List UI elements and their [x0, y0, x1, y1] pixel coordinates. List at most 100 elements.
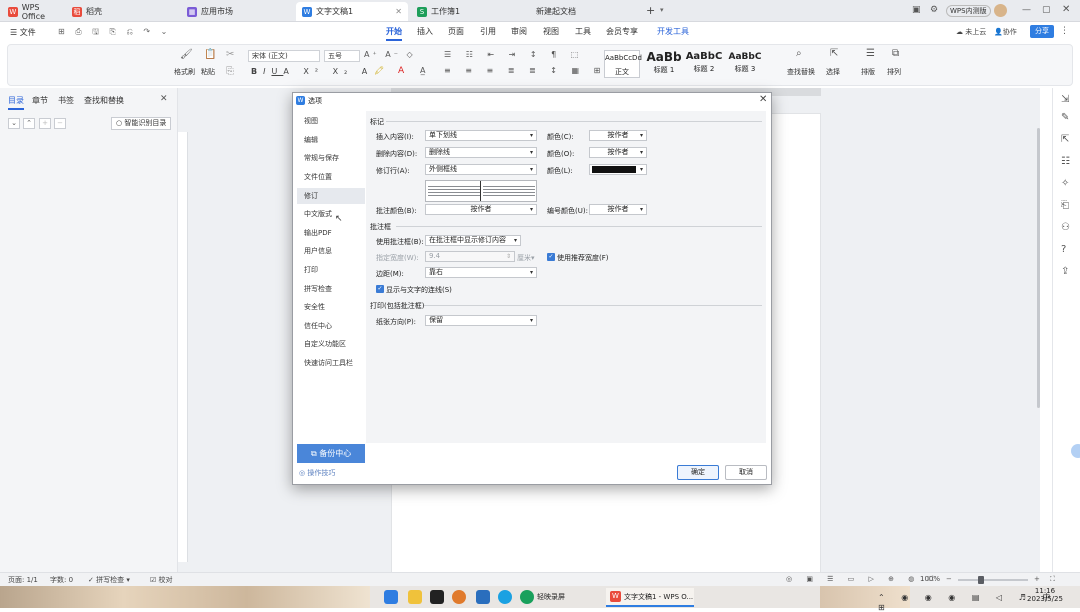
- select-cursor-icon[interactable]: ⇱: [830, 48, 838, 59]
- sidebar-item-file-locations[interactable]: 文件位置: [297, 169, 365, 185]
- more-icon[interactable]: ⋮: [1060, 26, 1069, 36]
- format-painter-label[interactable]: 格式刷: [174, 67, 195, 77]
- show-lines-label[interactable]: 显示与文字的连线(S): [386, 285, 452, 295]
- width-input[interactable]: 9.4 ⇕: [425, 251, 515, 262]
- app-m-icon[interactable]: [476, 590, 490, 604]
- margin-select[interactable]: 靠右 ▾: [425, 267, 537, 278]
- tab-workbook-1[interactable]: S 工作簿1: [411, 2, 523, 21]
- quick-access-icons[interactable]: ⊞ ⎙ 🖫 ⎘ ⎌ ↷ ⌄: [58, 26, 171, 40]
- app-x-icon[interactable]: [430, 590, 444, 604]
- sidebar-item-spell-check[interactable]: 拼写检查: [297, 281, 365, 297]
- dialog-title-bar[interactable]: W 选项 ✕: [293, 93, 771, 109]
- minimize-icon[interactable]: —: [1022, 5, 1031, 15]
- style-normal[interactable]: AaBbCcDd 正文: [604, 50, 642, 78]
- clock[interactable]: 11:16 2023/5/25: [1026, 587, 1064, 603]
- find-replace-label[interactable]: 查找替换: [787, 67, 815, 77]
- collapse-icon[interactable]: ⌃: [23, 118, 35, 129]
- cut-icon[interactable]: ✂: [226, 49, 234, 60]
- tab-app-market[interactable]: ▦ 应用市场: [181, 2, 293, 21]
- zoom-in-icon[interactable]: +: [1034, 575, 1040, 583]
- width-unit-select[interactable]: 厘米▾: [517, 253, 535, 263]
- vertical-ruler[interactable]: [178, 132, 188, 562]
- close-dialog-icon[interactable]: ✕: [759, 94, 767, 105]
- tab-home[interactable]: 开始: [386, 26, 402, 41]
- font-grow-shrink-icons[interactable]: A⁺ A⁻ ◇: [364, 50, 416, 59]
- char-border-icon[interactable]: A̲: [420, 66, 425, 75]
- zoom-level[interactable]: 100%: [920, 575, 940, 583]
- align-icons[interactable]: ≡ ≡ ≡ ≣ ≣ ↕ ▦ ⊞: [444, 66, 606, 75]
- magic-icon[interactable]: ✧: [1061, 178, 1069, 189]
- share-out-icon[interactable]: ⇪: [1061, 266, 1069, 277]
- delete-color-select[interactable]: 按作者 ▾: [589, 147, 647, 158]
- font-style-icons[interactable]: BIUA X² X₂ A: [251, 67, 373, 76]
- insert-style-select[interactable]: 单下划线 ▾: [425, 130, 537, 141]
- new-tab-button[interactable]: +: [646, 4, 655, 17]
- arrange-icon[interactable]: ⧉: [892, 48, 899, 59]
- delete-style-select[interactable]: 删除线 ▾: [425, 147, 537, 158]
- tips-link[interactable]: ◎ 操作技巧: [299, 468, 335, 478]
- sidebar-item-view[interactable]: 视图: [297, 113, 365, 129]
- file-explorer-icon[interactable]: [408, 590, 422, 604]
- nav-tab-chapters[interactable]: 章节: [32, 95, 48, 106]
- sidebar-item-revisions[interactable]: 修订: [297, 188, 365, 204]
- sidebar-item-chinese-layout[interactable]: 中文版式: [297, 206, 365, 222]
- nav-tab-find-replace[interactable]: 查找和替换: [84, 95, 124, 106]
- tab-tools[interactable]: 工具: [575, 26, 591, 37]
- tab-reference[interactable]: 引用: [480, 26, 496, 37]
- zoom-slider-thumb[interactable]: [978, 576, 984, 584]
- share-button[interactable]: 分享: [1030, 25, 1054, 38]
- backup-center-button[interactable]: ⧉ 备份中心: [297, 444, 365, 463]
- zoom-slider[interactable]: [958, 576, 1028, 584]
- close-window-icon[interactable]: ✕: [1062, 4, 1070, 15]
- revision-line-color-select[interactable]: ▾: [589, 164, 647, 175]
- collapse-strip-icon[interactable]: ⇲: [1061, 94, 1069, 105]
- show-lines-checkbox[interactable]: ✓: [376, 285, 384, 293]
- sidebar-item-customize-ribbon[interactable]: 自定义功能区: [297, 336, 365, 352]
- font-name-select[interactable]: 宋体 (正文): [248, 50, 320, 62]
- cancel-button[interactable]: 取消: [725, 465, 767, 480]
- sidebar-item-trust-center[interactable]: 信任中心: [297, 318, 365, 334]
- help-icon[interactable]: ?: [1061, 244, 1066, 255]
- use-balloons-select[interactable]: 在批注框中显示修订内容 ▾: [425, 235, 521, 246]
- paper-orientation-select[interactable]: 保留 ▾: [425, 315, 537, 326]
- sync-icon[interactable]: ⚇: [1061, 222, 1070, 233]
- settings-sliders-icon[interactable]: ☷: [1061, 156, 1070, 167]
- highlight-icon[interactable]: 🖍: [374, 66, 384, 75]
- close-tab-icon[interactable]: ✕: [395, 7, 402, 16]
- nav-tab-toc[interactable]: 目录: [8, 95, 24, 110]
- sidebar-item-security[interactable]: 安全性: [297, 299, 365, 315]
- smart-toc-button[interactable]: ○ 智能识别目录: [111, 117, 172, 130]
- style-heading-2[interactable]: AaBbC 标题 2: [684, 50, 724, 78]
- file-menu[interactable]: ☰ 文件: [10, 27, 36, 38]
- tab-developer[interactable]: 开发工具: [657, 26, 689, 37]
- nav-tab-bookmarks[interactable]: 书签: [58, 95, 74, 106]
- skin-icon[interactable]: ⚙: [930, 5, 938, 15]
- recommend-width-checkbox[interactable]: ✓: [547, 253, 555, 261]
- tab-page[interactable]: 页面: [448, 26, 464, 37]
- page-count[interactable]: 页面: 1/1: [8, 575, 38, 585]
- tab-member[interactable]: 会员专享: [606, 26, 638, 37]
- tab-insert[interactable]: 插入: [417, 26, 433, 37]
- spell-check-status[interactable]: ✓ 拼写检查 ▾: [88, 575, 130, 585]
- tab-new-doc[interactable]: 新建起文档: [526, 2, 638, 21]
- sidebar-item-quick-access[interactable]: 快速访问工具栏: [297, 355, 365, 371]
- typeset-label[interactable]: 排版: [861, 67, 875, 77]
- list-icons[interactable]: ☰ ☷ ⇤ ⇥ ↕ ¶ ⬚: [444, 50, 584, 59]
- tab-daoke[interactable]: 稻 稻壳: [66, 2, 176, 21]
- chevron-down-icon[interactable]: ▾: [660, 6, 664, 14]
- sidebar-item-user-info[interactable]: 用户信息: [297, 243, 365, 259]
- style-heading-1[interactable]: AaBb 标题 1: [644, 50, 684, 78]
- font-size-select[interactable]: 五号: [324, 50, 360, 62]
- format-painter-icon[interactable]: 🖌: [180, 49, 193, 60]
- word-count[interactable]: 字数: 0: [50, 575, 73, 585]
- paste-icon[interactable]: 📋: [204, 49, 216, 60]
- firefox-icon[interactable]: [452, 590, 466, 604]
- start-icon[interactable]: [384, 590, 398, 604]
- vertical-scrollbar[interactable]: [1037, 128, 1040, 408]
- expand-icon[interactable]: ⌄: [8, 118, 20, 129]
- sidebar-item-print[interactable]: 打印: [297, 262, 365, 278]
- style-heading-3[interactable]: AaBbC 标题 3: [724, 50, 766, 78]
- find-icon[interactable]: ⌕: [796, 48, 802, 59]
- zoom-out-icon[interactable]: −: [946, 575, 952, 583]
- sidebar-item-general-save[interactable]: 常规与保存: [297, 150, 365, 166]
